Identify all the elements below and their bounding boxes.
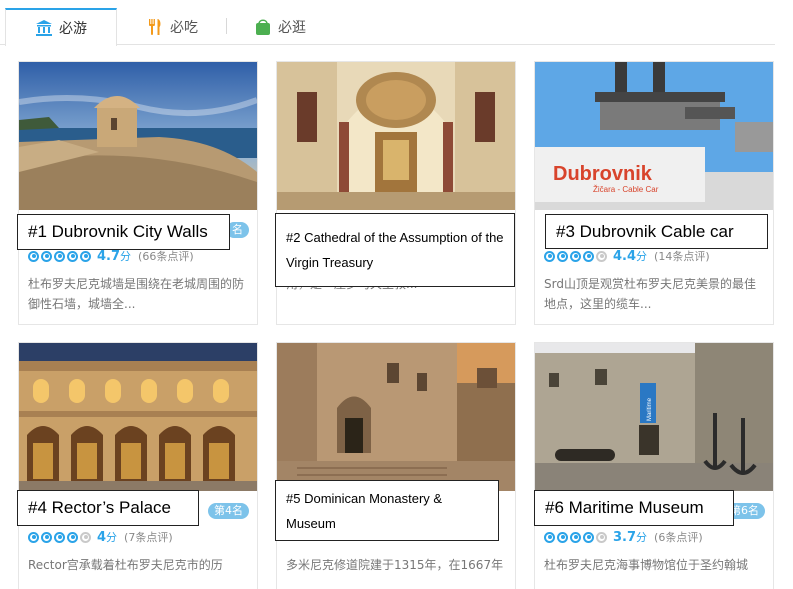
rating-dot-icon (80, 531, 91, 543)
attraction-card[interactable]: Maritime 第6名 3.7 分 (6条点评) 杜布罗夫尼克海事博物馆位于圣… (534, 342, 774, 589)
attraction-label-1: #1 Dubrovnik City Walls (17, 214, 230, 250)
tab-label: 必逛 (278, 19, 306, 36)
attraction-card[interactable]: 多米尼克修道院建于1315年，在1667年 (276, 342, 516, 589)
rating-dot-icon (557, 250, 568, 262)
rating-dot-icon (41, 531, 52, 543)
rating-dot-icon (544, 531, 555, 543)
rating-row: 3.7 分 (6条点评) (544, 529, 703, 545)
rating-row: 4.4 分 (14条点评) (544, 248, 710, 264)
rating-dot-icon (557, 531, 568, 543)
cable-car-sign-subtext: Žičara - Cable Car (593, 185, 659, 194)
attraction-label-3: #3 Dubrovnik Cable car (545, 214, 768, 249)
attraction-label-2: #2 Cathedral of the Assumption of the Vi… (275, 213, 515, 287)
attraction-label-5: #5 Dominican Monastery & Museum (275, 480, 499, 541)
category-tabs: 必游 必吃 必逛 (0, 8, 775, 46)
attraction-description: 多米尼克修道院建于1315年，在1667年 (286, 558, 504, 572)
attraction-label-6: #6 Maritime Museum (534, 490, 734, 526)
review-count[interactable]: (6条点评) (654, 529, 703, 545)
score-value: 4.4 (613, 248, 637, 264)
attraction-description: 杜布罗夫尼克城墙是围绕在老城周围的防御性石墙，城墙全... (28, 277, 245, 311)
attraction-card[interactable]: Dubrovnik Žičara - Cable Car 4.4 分 (14条点… (534, 61, 774, 325)
cable-car-sign-text: Dubrovnik (553, 163, 653, 185)
attraction-photo-cable-car: Dubrovnik Žičara - Cable Car (535, 62, 773, 210)
review-count[interactable]: (7条点评) (124, 529, 173, 545)
rating-dot-icon (67, 531, 78, 543)
attraction-label-4: #4 Rector’s Palace (17, 490, 199, 526)
rating-dot-icon (28, 531, 39, 543)
score-unit: 分 (120, 250, 132, 263)
maritime-banner-text: Maritime (647, 397, 653, 421)
review-count[interactable]: (66条点评) (138, 248, 194, 264)
rating-dot-icon (54, 531, 65, 543)
attraction-card[interactable]: 第4名 4 分 (7条点评) Rector宫承载着杜布罗夫尼克市的历 (18, 342, 258, 589)
attraction-description: Rector宫承载着杜布罗夫尼克市的历 (28, 558, 223, 572)
rating-dot-icon (54, 250, 65, 262)
rating-dot-icon (583, 531, 594, 543)
attraction-card[interactable]: 名 4.7 分 (66条点评) 杜布罗夫尼克城墙是围绕在老城周围的防御性石墙，城… (18, 61, 258, 325)
score-value: 3.7 (613, 529, 637, 545)
score-value: 4.7 (97, 248, 121, 264)
tab-must-visit[interactable]: 必游 (5, 8, 117, 46)
rating-dot-icon (596, 531, 607, 543)
rank-badge: 第4名 (208, 503, 249, 519)
attraction-photo-city-walls (19, 62, 257, 210)
rating-dot-icon (67, 250, 78, 262)
score-value: 4 (97, 529, 107, 545)
attraction-photo-maritime-museum: Maritime (535, 343, 773, 491)
score-unit: 分 (106, 531, 118, 544)
attraction-photo-cathedral (277, 62, 515, 210)
rating-dot-icon (570, 250, 581, 262)
tab-label: 必游 (59, 21, 87, 37)
attraction-description: 杜布罗夫尼克海事博物馆位于圣约翰城 (544, 558, 749, 572)
rating-dot-icon (596, 250, 607, 262)
landmark-icon (36, 20, 52, 36)
tab-must-eat[interactable]: 必吃 (145, 8, 225, 45)
rating-dot-icon (583, 250, 594, 262)
attraction-photo-dominican-monastery (277, 343, 515, 491)
tab-divider (226, 18, 227, 34)
fork-knife-icon (149, 18, 161, 35)
score-unit: 分 (636, 531, 648, 544)
attraction-description: Srd山顶是观赏杜布罗夫尼克美景的最佳地点，这里的缆车... (544, 277, 756, 311)
rating-dot-icon (28, 250, 39, 262)
rating-dot-icon (570, 531, 581, 543)
shopping-bag-icon (256, 18, 270, 35)
tab-label: 必吃 (170, 19, 198, 36)
tab-must-shop[interactable]: 必逛 (253, 8, 333, 45)
rating-dot-icon (544, 250, 555, 262)
rating-dot-icon (41, 250, 52, 262)
score-unit: 分 (636, 250, 648, 263)
review-count[interactable]: (14条点评) (654, 248, 710, 264)
attraction-photo-rectors-palace (19, 343, 257, 491)
rating-row: 4.7 分 (66条点评) (28, 248, 194, 264)
rating-dot-icon (80, 250, 91, 262)
rating-row: 4 分 (7条点评) (28, 529, 173, 545)
